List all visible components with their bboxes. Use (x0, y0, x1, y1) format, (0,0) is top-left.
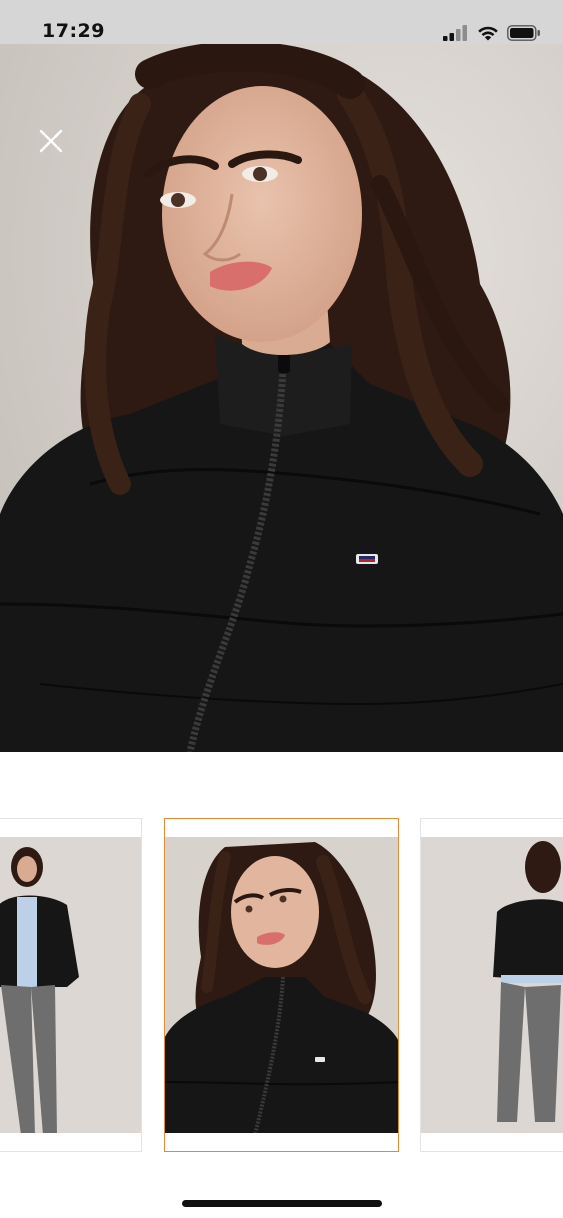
thumbnail-item[interactable] (420, 818, 563, 1152)
thumbnail-item[interactable] (0, 818, 142, 1152)
battery-icon (507, 25, 540, 41)
thumbnail-image-front-full (0, 837, 141, 1133)
thumbnail-item-selected[interactable] (164, 818, 399, 1152)
thumbnail-image-closeup (165, 837, 398, 1133)
model-closeup-image (0, 44, 563, 752)
thumbnail-image-back-full (421, 837, 563, 1133)
home-indicator[interactable] (182, 1200, 382, 1207)
close-button[interactable] (34, 124, 68, 158)
status-bar: 17:29 (0, 0, 563, 44)
status-time: 17:29 (42, 20, 105, 42)
cellular-signal-icon (443, 25, 467, 41)
main-product-image[interactable] (0, 44, 563, 752)
wifi-icon (478, 26, 498, 41)
close-icon (39, 129, 63, 153)
status-icons (443, 24, 541, 42)
